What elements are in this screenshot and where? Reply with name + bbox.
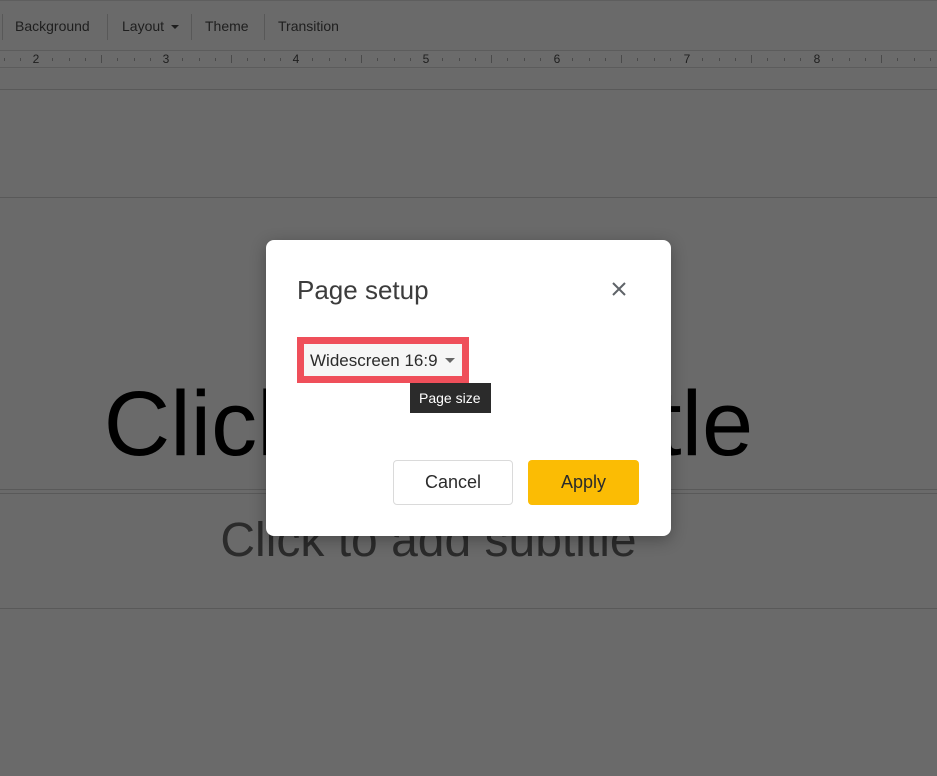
close-icon: [612, 282, 626, 296]
ruler-tick: [588, 57, 590, 61]
ruler-tick: [913, 57, 915, 61]
ruler-tick: [491, 55, 492, 63]
ruler-tick: [783, 57, 785, 61]
ruler-tick: [393, 57, 395, 61]
toolbar-divider: [264, 14, 265, 40]
ruler-tick: [214, 57, 216, 61]
ruler-tick: [897, 57, 899, 61]
ruler-tick: [881, 55, 882, 63]
ruler-tick: [718, 57, 720, 61]
slide-top-edge: [0, 197, 937, 198]
ruler-tick: [328, 57, 330, 61]
ruler-tick: [312, 57, 314, 61]
toolbar-divider: [2, 14, 3, 40]
toolbar-divider: [191, 14, 192, 40]
ruler-label: 5: [422, 52, 430, 66]
ruler-tick: [377, 57, 379, 61]
ruler-label: 3: [162, 52, 170, 66]
ruler-tick: [133, 57, 135, 61]
ruler-tick: [84, 57, 86, 61]
ruler-tick: [3, 57, 5, 61]
ruler-tick: [149, 57, 151, 61]
ruler-tick: [637, 57, 639, 61]
ruler-tick: [68, 57, 70, 61]
ruler-tick: [19, 57, 21, 61]
ruler-label: 7: [683, 52, 691, 66]
ruler-tick: [604, 57, 606, 61]
ruler-tick: [539, 57, 541, 61]
ruler-tick: [117, 57, 119, 61]
horizontal-ruler[interactable]: 2 3 4 5 6 7 8: [0, 51, 937, 68]
ruler-tick: [442, 57, 444, 61]
ruler-tick: [507, 57, 509, 61]
subtitle-box-edge: [0, 608, 937, 609]
ruler-tick: [929, 57, 931, 61]
toolbar: Background Layout Theme Transition: [0, 0, 937, 51]
close-button[interactable]: [606, 276, 632, 302]
ruler-label: 8: [813, 52, 821, 66]
background-button[interactable]: Background: [15, 18, 90, 34]
page-size-value: Widescreen 16:9: [310, 351, 438, 370]
ruler-tick: [848, 57, 850, 61]
ruler-tick: [832, 57, 834, 61]
ruler-tick: [182, 57, 184, 61]
ruler-tick: [344, 57, 346, 61]
tooltip: Page size: [410, 383, 491, 413]
ruler-tick: [231, 55, 232, 63]
ruler-tick: [101, 55, 102, 63]
toolbar-divider: [107, 14, 108, 40]
transition-button[interactable]: Transition: [278, 18, 339, 34]
cancel-button[interactable]: Cancel: [393, 460, 513, 505]
ruler-tick: [474, 57, 476, 61]
page-size-dropdown[interactable]: Widescreen 16:9: [304, 344, 462, 376]
ruler-label: 2: [32, 52, 40, 66]
chevron-down-icon: [171, 25, 179, 29]
ruler-tick: [864, 57, 866, 61]
ruler-tick: [702, 57, 704, 61]
ruler-tick: [621, 55, 622, 63]
ruler-tick: [523, 57, 525, 61]
highlight-box: Widescreen 16:9: [297, 337, 469, 383]
caret-down-icon: [445, 358, 455, 363]
theme-button[interactable]: Theme: [205, 18, 249, 34]
layout-button[interactable]: Layout: [122, 18, 164, 34]
ruler-tick: [263, 57, 265, 61]
ruler-tick: [751, 55, 752, 63]
ruler-tick: [361, 55, 362, 63]
ruler-tick: [653, 57, 655, 61]
dialog-title: Page setup: [297, 275, 429, 305]
apply-button[interactable]: Apply: [528, 460, 639, 505]
ruler-tick: [198, 57, 200, 61]
ruler-tick: [458, 57, 460, 61]
page-setup-dialog: Page setup Widescreen 16:9 Page size Can…: [266, 240, 671, 536]
ruler-label: 6: [553, 52, 561, 66]
divider: [0, 89, 937, 90]
ruler-tick: [409, 57, 411, 61]
ruler-tick: [52, 57, 54, 61]
ruler-tick: [247, 57, 249, 61]
ruler-tick: [767, 57, 769, 61]
ruler-tick: [669, 57, 671, 61]
ruler-tick: [734, 57, 736, 61]
ruler-label: 4: [292, 52, 300, 66]
ruler-tick: [572, 57, 574, 61]
ruler-tick: [799, 57, 801, 61]
ruler-tick: [279, 57, 281, 61]
